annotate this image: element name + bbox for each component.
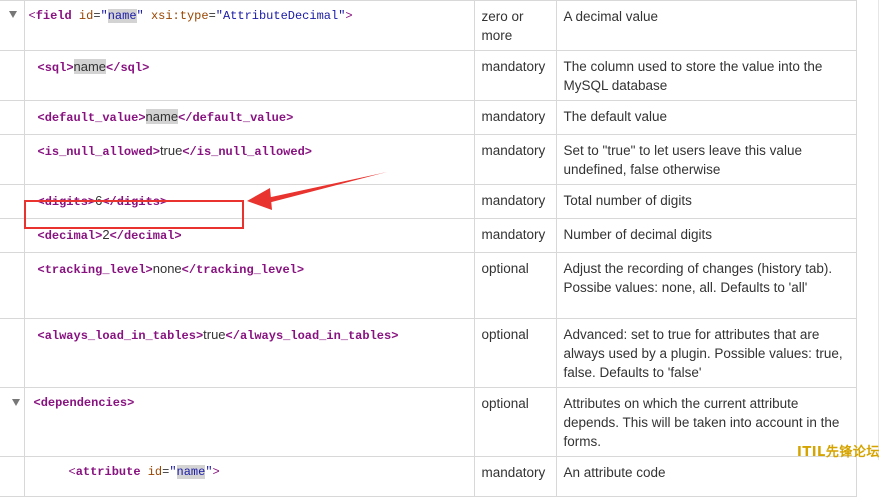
description-text: An attribute code [563,465,666,480]
table-row: <attribute id="name"> mandatory An attri… [0,456,857,497]
annotation-arrow [247,172,387,210]
watermark-text: ITIL先锋论坛 [797,445,880,460]
obligation-text: mandatory [481,465,546,480]
xml-attribute-line: <attribute id="name"> [68,465,220,479]
